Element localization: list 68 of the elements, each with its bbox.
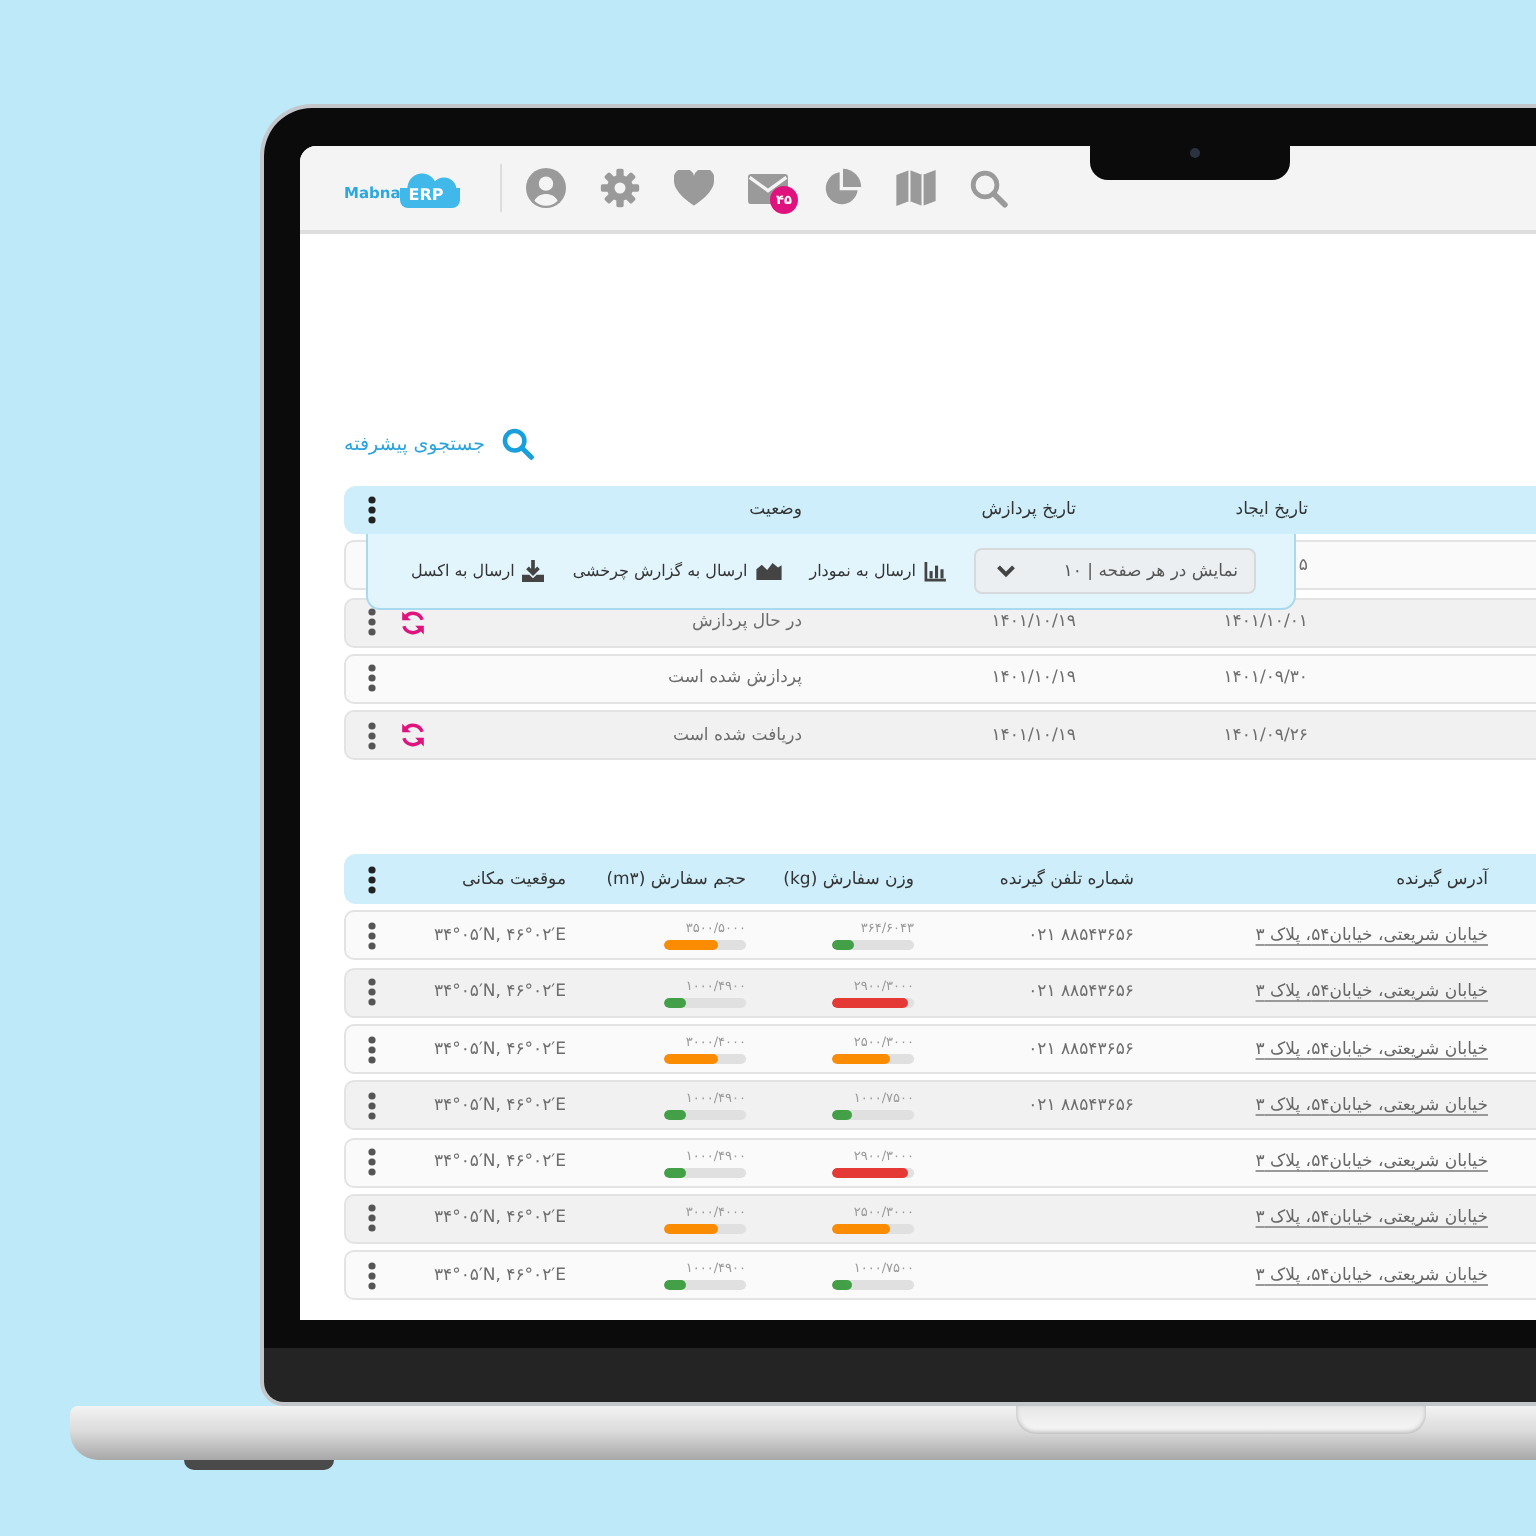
address-link[interactable]: خیابان شریعتی، خیابان۵۴، پلاک ۳ (1255, 1265, 1488, 1286)
location-coordinates: ۳۴°۰۵′N, ۴۶°۰۲′E (433, 1095, 566, 1116)
chevron-down-icon (996, 564, 1016, 578)
heart-icon[interactable] (674, 170, 714, 206)
processed-date: ۱۴۰۱/۱۰/۱۹ (991, 668, 1076, 689)
search-icon[interactable] (970, 169, 1008, 207)
page-size-select[interactable]: نمایش در هر صفحه | ۱۰ (974, 548, 1256, 594)
user-icon[interactable] (526, 168, 566, 208)
address-link[interactable]: خیابان شریعتی، خیابان۵۴، پلاک ۳ (1255, 982, 1488, 1003)
address-link[interactable]: خیابان شریعتی، خیابان۵۴، پلاک ۳ (1255, 1208, 1488, 1229)
column-header: تاریخ پردازش (981, 500, 1076, 520)
pie-chart-icon[interactable] (822, 168, 862, 208)
status-text: پردازش شده است (668, 668, 802, 689)
created-date: ۱۴۰۱/۰۹/۳۰ (1223, 668, 1308, 689)
camera-icon (1190, 148, 1200, 158)
column-header: وزن سفارش (kg) (783, 869, 914, 890)
more-options-icon[interactable] (368, 1148, 376, 1177)
download-icon (522, 560, 545, 582)
more-options-icon[interactable] (368, 1261, 376, 1290)
more-options-icon[interactable] (368, 1204, 376, 1233)
settings-icon[interactable] (600, 168, 640, 208)
processed-date: ۱۴۰۱/۱۰/۱۹ (991, 612, 1076, 633)
created-date: ۱۴۰۱/۰۹/۲۶ (1223, 725, 1308, 746)
processed-date: ۱۴۰۱/۱۰/۱۹ (991, 725, 1076, 746)
advanced-search-link[interactable]: جستجوی پیشرفته (344, 424, 535, 464)
search-icon (502, 428, 535, 460)
refresh-icon[interactable] (400, 609, 426, 636)
phone-number: ۰۲۱ ۸۸۵۴۳۶۵۶ (1028, 1095, 1134, 1116)
map-icon[interactable] (896, 170, 936, 206)
more-options-icon[interactable] (368, 1035, 376, 1064)
status-text: در حال پردازش (692, 612, 802, 633)
column-header: وضعیت (749, 500, 802, 520)
more-options-icon[interactable] (368, 664, 376, 693)
chart-export-button[interactable]: ارسال به نمودار (809, 561, 946, 581)
column-header: حجم سفارش (m۳) (606, 869, 746, 890)
location-coordinates: ۳۴°۰۵′N, ۴۶°۰۲′E (433, 925, 566, 946)
phone-number: ۰۲۱ ۸۸۵۴۳۶۵۶ (1028, 982, 1134, 1003)
location-coordinates: ۳۴°۰۵′N, ۴۶°۰۲′E (433, 1152, 566, 1173)
excel-export-button[interactable]: ارسال به اکسل (410, 560, 545, 582)
area-chart-icon (755, 562, 782, 580)
more-options-icon[interactable] (368, 865, 376, 894)
more-options-icon[interactable] (368, 721, 376, 750)
location-coordinates: ۳۴°۰۵′N, ۴۶°۰۲′E (433, 982, 566, 1003)
more-options-icon[interactable] (368, 1091, 376, 1120)
pivot-report-button[interactable]: ارسال به گزارش چرخشی (572, 562, 782, 580)
location-coordinates: ۳۴°۰۵′N, ۴۶°۰۲′E (433, 1265, 566, 1286)
column-header: موقعیت مکانی (461, 869, 566, 890)
created-date: ۱۴۰۱/۱۰/۰۱ (1223, 612, 1308, 633)
address-link[interactable]: خیابان شریعتی، خیابان۵۴، پلاک ۳ (1255, 1039, 1488, 1060)
column-header: شماره تلفن گیرنده (999, 869, 1134, 890)
address-link[interactable]: خیابان شریعتی، خیابان۵۴، پلاک ۳ (1255, 925, 1488, 946)
location-coordinates: ۳۴°۰۵′N, ۴۶°۰۲′E (433, 1039, 566, 1060)
phone-number: ۰۲۱ ۸۸۵۴۳۶۵۶ (1028, 925, 1134, 946)
phone-number: ۰۲۱ ۸۸۵۴۳۶۵۶ (1028, 1039, 1134, 1060)
column-header: آدرس گیرنده (1396, 869, 1488, 890)
address-link[interactable]: خیابان شریعتی، خیابان۵۴، پلاک ۳ (1255, 1152, 1488, 1173)
column-header: تاریخ ایجاد (1235, 500, 1308, 520)
status-text: دریافت شده است (672, 725, 802, 746)
logo-cloud: ERP (400, 172, 460, 208)
more-options-icon[interactable] (368, 608, 376, 637)
bar-chart-icon (924, 561, 946, 581)
more-options-icon[interactable] (368, 496, 376, 524)
more-options-icon[interactable] (368, 921, 376, 950)
created-date: ۵ (1298, 555, 1308, 576)
location-coordinates: ۳۴°۰۵′N, ۴۶°۰۲′E (433, 1208, 566, 1229)
more-options-icon[interactable] (368, 978, 376, 1007)
refresh-icon[interactable] (400, 722, 426, 749)
address-link[interactable]: خیابان شریعتی، خیابان۵۴، پلاک ۳ (1255, 1095, 1488, 1116)
